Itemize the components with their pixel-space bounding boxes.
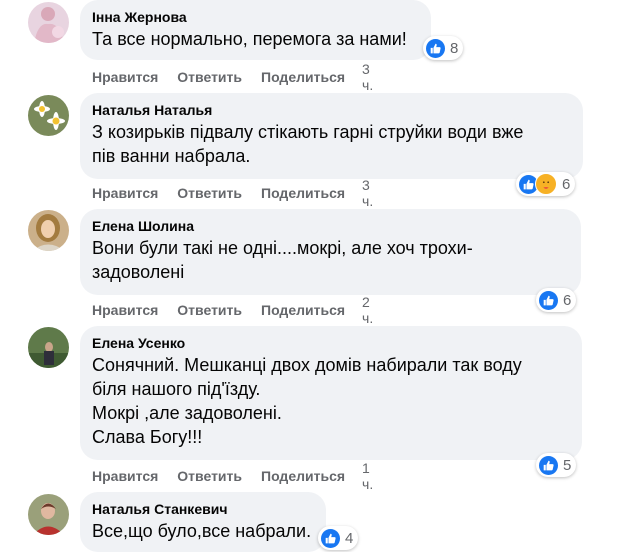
comment-author[interactable]: Наталья Наталья <box>92 101 570 119</box>
comment-author[interactable]: Елена Шолина <box>92 217 568 235</box>
reactions-summary[interactable]: 5 <box>536 453 577 477</box>
reply-button[interactable]: Ответить <box>177 69 242 85</box>
comment-text: З козирьків підвалу стікають гарні струй… <box>92 120 570 168</box>
comment-author[interactable]: Інна Жернова <box>92 8 418 26</box>
comment-line: Вони були такі не одні....мокрі, але хоч… <box>92 238 473 258</box>
comment-text: Все,що було,все набрали. <box>92 519 313 543</box>
comment-line: Все,що було,все набрали. <box>92 521 312 541</box>
comment-bubble: Елена Усенко Сонячний. Мешканці двох дом… <box>80 326 582 460</box>
comment-actions: Нравится Ответить Поделиться 3 ч. <box>92 177 373 209</box>
avatar[interactable] <box>28 210 69 251</box>
reply-button[interactable]: Ответить <box>177 302 242 318</box>
share-button[interactable]: Поделиться <box>261 468 345 484</box>
comment-line: З козирьків підвалу стікають гарні струй… <box>92 122 524 142</box>
like-button[interactable]: Нравится <box>92 69 158 85</box>
comment-timestamp[interactable]: 1 ч. <box>362 460 373 492</box>
comment-line: задоволені <box>92 262 185 282</box>
comment-line: Слава Богу!!! <box>92 427 203 447</box>
like-icon <box>426 38 445 58</box>
like-icon <box>539 290 558 310</box>
avatar[interactable] <box>28 95 69 136</box>
reactions-summary[interactable]: 8 <box>423 36 464 60</box>
reply-button[interactable]: Ответить <box>177 468 242 484</box>
comment-line: Та все нормально, перемога за нами! <box>92 29 407 49</box>
comment-text: Сонячний. Мешканці двох домів набирали т… <box>92 353 569 449</box>
comment-bubble: Елена Шолина Вони були такі не одні....м… <box>80 209 581 295</box>
comment-author[interactable]: Елена Усенко <box>92 334 569 352</box>
reaction-count: 6 <box>563 291 572 309</box>
comment-timestamp[interactable]: 2 ч. <box>362 294 373 326</box>
reaction-count: 4 <box>345 529 354 547</box>
comment-actions: Нравится Ответить Поделиться 1 ч. <box>92 460 373 492</box>
comment-actions: Нравится Ответить Поделиться 3 ч. <box>92 61 373 93</box>
comment-timestamp[interactable]: 3 ч. <box>362 177 373 209</box>
avatar[interactable] <box>28 2 69 43</box>
comment-author[interactable]: Наталья Станкевич <box>92 500 313 518</box>
care-icon <box>535 173 557 195</box>
comment-bubble: Наталья Наталья З козирьків підвалу стік… <box>80 93 583 179</box>
comment-line: Сонячний. Мешканці двох домів набирали т… <box>92 355 522 375</box>
comment-bubble: Інна Жернова Та все нормально, перемога … <box>80 0 431 60</box>
comment-text: Вони були такі не одні....мокрі, але хоч… <box>92 236 568 284</box>
comment-line: пів ванни набрала. <box>92 146 251 166</box>
comment-bubble: Наталья Станкевич Все,що було,все набрал… <box>80 492 326 552</box>
reply-button[interactable]: Ответить <box>177 185 242 201</box>
comment-timestamp[interactable]: 3 ч. <box>362 61 373 93</box>
like-button[interactable]: Нравится <box>92 302 158 318</box>
share-button[interactable]: Поделиться <box>261 69 345 85</box>
share-button[interactable]: Поделиться <box>261 302 345 318</box>
reactions-summary[interactable]: 4 <box>318 526 359 550</box>
reaction-count: 6 <box>562 175 571 193</box>
reactions-summary[interactable]: 6 <box>536 288 577 312</box>
share-button[interactable]: Поделиться <box>261 185 345 201</box>
reaction-count: 8 <box>450 39 459 57</box>
avatar[interactable] <box>28 327 69 368</box>
reactions-summary[interactable]: 6 <box>516 172 576 196</box>
avatar[interactable] <box>28 494 69 535</box>
comment-line: Мокрі ,але задоволені. <box>92 403 282 423</box>
like-button[interactable]: Нравится <box>92 185 158 201</box>
like-icon <box>539 455 558 475</box>
comment-line: біля нашого під'їзду. <box>92 379 261 399</box>
like-button[interactable]: Нравится <box>92 468 158 484</box>
comment-text: Та все нормально, перемога за нами! <box>92 27 418 51</box>
comment-actions: Нравится Ответить Поделиться 2 ч. <box>92 294 373 326</box>
like-icon <box>321 528 340 548</box>
reaction-count: 5 <box>563 456 572 474</box>
